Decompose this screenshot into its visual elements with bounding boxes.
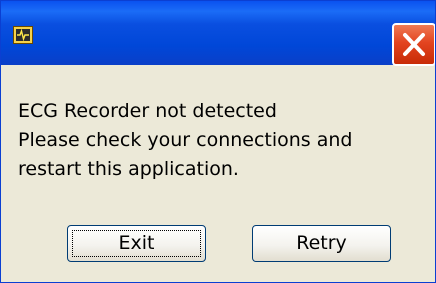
- message-line: Please check your connections and: [18, 129, 353, 151]
- retry-button[interactable]: Retry: [252, 225, 391, 262]
- close-icon: [403, 33, 425, 56]
- close-button[interactable]: [392, 23, 435, 66]
- labview-app-icon: [13, 26, 33, 44]
- error-message: ECG Recorder not detected Please check y…: [18, 97, 353, 184]
- title-bar[interactable]: [1, 1, 435, 66]
- retry-button-label: Retry: [296, 232, 347, 254]
- message-line: restart this application.: [18, 158, 239, 180]
- message-line: ECG Recorder not detected: [18, 100, 277, 122]
- exit-button[interactable]: Exit: [67, 225, 206, 262]
- exit-button-label: Exit: [118, 232, 155, 254]
- error-dialog: ECG Recorder not detected Please check y…: [0, 0, 436, 283]
